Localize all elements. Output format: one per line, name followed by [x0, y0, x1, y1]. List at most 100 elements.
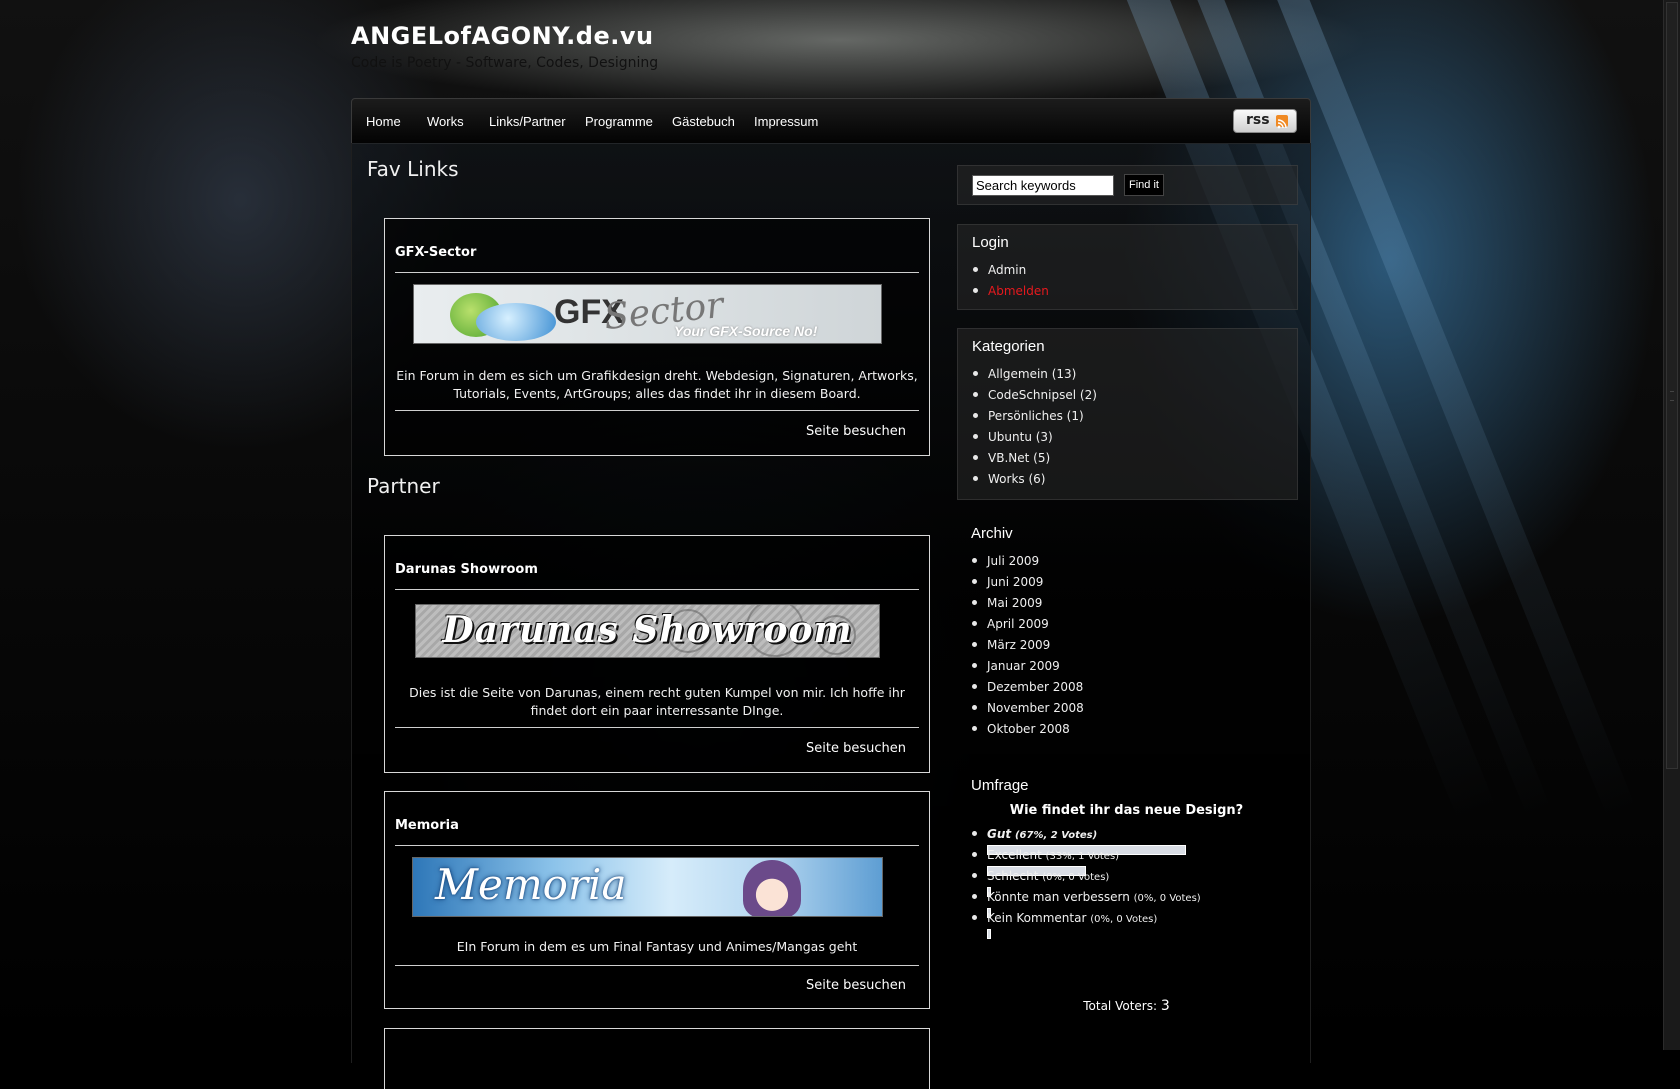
visit-site-link[interactable]: Seite besuchen — [806, 424, 906, 439]
logout-link[interactable]: Abmelden — [988, 284, 1049, 298]
link-card-gfx-sector: GFX-Sector GFX Sector Your GFX-Source No… — [384, 218, 930, 456]
poll-option-stats: (0%, 0 Votes) — [1090, 914, 1158, 925]
list-item: Ubuntu (3) — [972, 429, 1097, 450]
login-heading: Login — [972, 234, 1009, 251]
visit-site-link[interactable]: Seite besuchen — [806, 741, 906, 756]
list-item: Oktober 2008 — [971, 721, 1084, 742]
archive-link[interactable]: Mai 2009 — [987, 596, 1042, 610]
archive-link[interactable]: April 2009 — [987, 617, 1049, 631]
poll-result-bar — [987, 929, 991, 939]
list-item: Dezember 2008 — [971, 679, 1084, 700]
card-title[interactable]: Memoria — [395, 818, 459, 833]
poll-option-stats: (33%, 1 Votes) — [1045, 851, 1120, 862]
link-card-darunas-showroom: Darunas Showroom Darunas Showroom Dies i… — [384, 535, 930, 773]
gfx-sector-banner[interactable]: GFX Sector Your GFX-Source No! — [413, 284, 882, 344]
poll-heading: Umfrage — [971, 777, 1029, 794]
poll-option-label: Kein Kommentar — [987, 911, 1087, 925]
archive-link[interactable]: November 2008 — [987, 701, 1084, 715]
nav-item-programme[interactable]: Programme — [585, 114, 653, 129]
nav-item-links-partner[interactable]: Links/Partner — [489, 114, 566, 129]
search-panel: Find it — [957, 165, 1298, 205]
nav-item-works[interactable]: Works — [427, 114, 464, 129]
banner-anime-character — [743, 860, 801, 916]
card-divider — [395, 845, 919, 846]
category-link-works[interactable]: Works (6) — [988, 472, 1045, 486]
list-item: VB.Net (5) — [972, 450, 1097, 471]
archive-link[interactable]: Juli 2009 — [987, 554, 1039, 568]
admin-link[interactable]: Admin — [988, 263, 1026, 277]
list-item: März 2009 — [971, 637, 1084, 658]
card-description: Dies ist die Seite von Darunas, einem re… — [409, 685, 905, 718]
archive-heading: Archiv — [971, 525, 1013, 542]
site-title[interactable]: ANGELofAGONY.de.vu — [351, 22, 654, 50]
card-divider — [395, 410, 919, 411]
poll-option-label: Könnte man verbessern — [987, 890, 1130, 904]
poll-option-stats: (67%, 2 Votes) — [1014, 830, 1098, 841]
login-list: Admin Abmelden — [972, 262, 1049, 304]
list-item: Admin — [972, 262, 1049, 283]
rss-feed-icon — [1276, 115, 1288, 129]
poll-question: Wie findet ihr das neue Design? — [1009, 803, 1244, 818]
link-card-next — [384, 1028, 930, 1089]
poll-option-label: Schlecht — [987, 869, 1039, 883]
card-title[interactable]: Darunas Showroom — [395, 562, 538, 577]
list-item: Works (6) — [972, 471, 1097, 492]
poll-total-label: Total Voters: — [1083, 999, 1158, 1013]
search-button[interactable]: Find it — [1124, 174, 1164, 196]
banner-text: Darunas Showroom — [442, 609, 853, 651]
nav-item-impressum[interactable]: Impressum — [754, 114, 818, 129]
archive-link[interactable]: März 2009 — [987, 638, 1050, 652]
archive-link[interactable]: Dezember 2008 — [987, 680, 1083, 694]
category-link-allgemein[interactable]: Allgemein (13) — [988, 367, 1076, 381]
list-item: Mai 2009 — [971, 595, 1084, 616]
poll-total: Total Voters: 3 — [957, 998, 1296, 1014]
poll-option-label: Gut — [987, 827, 1012, 841]
banner-slogan: Your GFX-Source No! — [674, 323, 818, 339]
login-panel: Login Admin Abmelden — [957, 224, 1298, 310]
archive-link[interactable]: Juni 2009 — [987, 575, 1043, 589]
scrollbar-grip — [1670, 391, 1674, 401]
category-link-vbnet[interactable]: VB.Net (5) — [988, 451, 1050, 465]
category-link-persoenliches[interactable]: Persönliches (1) — [988, 409, 1084, 423]
fav-links-heading: Fav Links — [367, 157, 459, 181]
scrollbar-thumb[interactable] — [1666, 2, 1678, 769]
rss-label: rss — [1246, 112, 1270, 128]
main-navigation: Home Works Links/Partner Programme Gäste… — [351, 98, 1311, 144]
nav-item-gaestebuch[interactable]: Gästebuch — [672, 114, 735, 129]
card-divider — [395, 727, 919, 728]
poll-option: Könnte man verbessern (0%, 0 Votes) — [971, 889, 1201, 918]
card-title[interactable]: GFX-Sector — [395, 245, 476, 260]
vertical-scrollbar[interactable] — [1663, 0, 1680, 1050]
card-description: Ein Forum in dem es sich um Grafikdesign… — [396, 368, 918, 401]
partner-heading: Partner — [367, 474, 440, 498]
category-link-ubuntu[interactable]: Ubuntu (3) — [988, 430, 1053, 444]
poll-option-stats: (0%, 0 Votes) — [1042, 872, 1110, 883]
poll-option: Kein Kommentar (0%, 0 Votes) — [971, 910, 1201, 939]
list-item: Juni 2009 — [971, 574, 1084, 595]
darunas-showroom-banner[interactable]: Darunas Showroom — [415, 604, 880, 658]
category-link-codeschnipsel[interactable]: CodeSchnipsel (2) — [988, 388, 1097, 402]
list-item: Allgemein (13) — [972, 366, 1097, 387]
card-divider — [395, 965, 919, 966]
list-item: CodeSchnipsel (2) — [972, 387, 1097, 408]
list-item: Persönliches (1) — [972, 408, 1097, 429]
list-item: November 2008 — [971, 700, 1084, 721]
archive-link[interactable]: Oktober 2008 — [987, 722, 1070, 736]
nav-item-home[interactable]: Home — [366, 114, 401, 129]
archive-link[interactable]: Januar 2009 — [987, 659, 1060, 673]
card-divider — [395, 589, 919, 590]
visit-site-link[interactable]: Seite besuchen — [806, 978, 906, 993]
poll-option-stats: (0%, 0 Votes) — [1133, 893, 1201, 904]
gfx-logo-wave-icon — [476, 303, 556, 341]
memoria-banner[interactable]: Memoria — [412, 857, 883, 917]
poll-panel: Umfrage Wie findet ihr das neue Design? … — [957, 768, 1296, 1048]
main-content: Fav Links GFX-Sector GFX Sector Your GFX… — [351, 143, 1311, 1089]
list-item: Abmelden — [972, 283, 1049, 304]
poll-total-value: 3 — [1160, 998, 1170, 1014]
card-divider — [395, 272, 919, 273]
rss-button[interactable]: rss — [1233, 109, 1297, 133]
search-input[interactable] — [972, 175, 1114, 196]
poll-option: Excellent (33%, 1 Votes) — [971, 847, 1201, 876]
categories-heading: Kategorien — [972, 338, 1045, 355]
banner-text: Memoria — [435, 860, 627, 909]
